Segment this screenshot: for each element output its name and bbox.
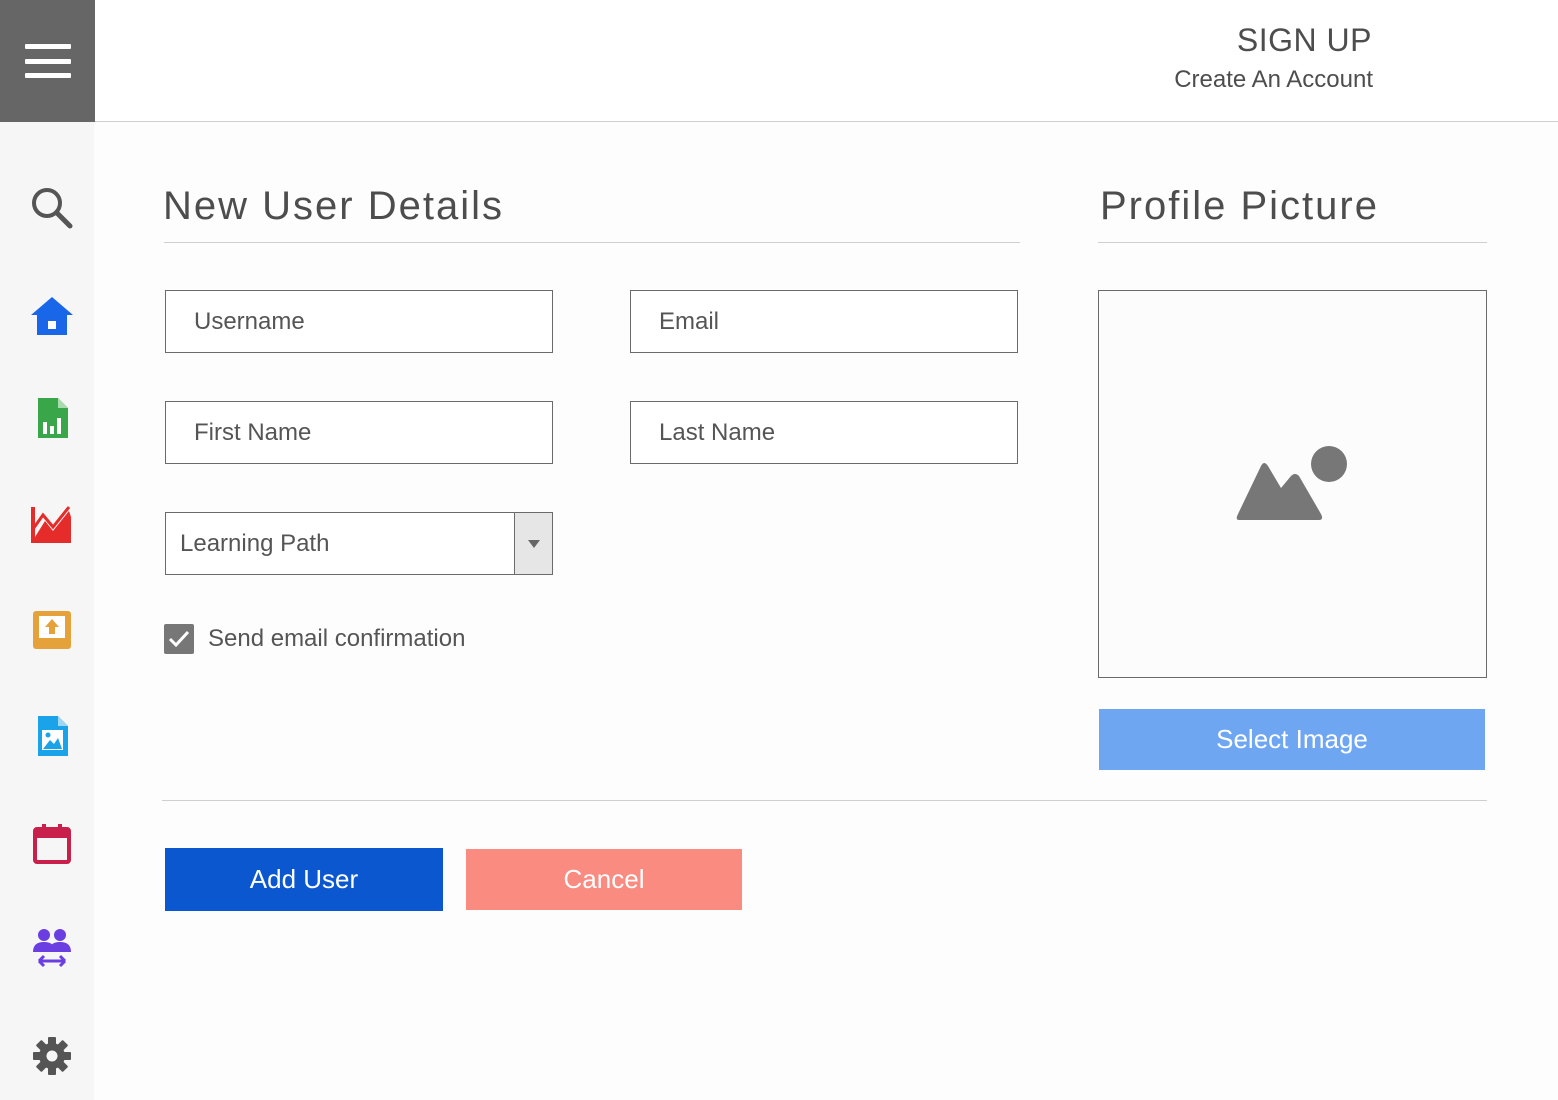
divider — [164, 242, 1020, 243]
page-header: SIGN UP Create An Account — [95, 0, 1558, 122]
line-chart-icon — [31, 506, 71, 543]
main-content: New User Details Profile Picture Usernam… — [94, 122, 1558, 1100]
search-icon — [32, 188, 73, 229]
email-placeholder: Email — [659, 307, 720, 335]
email-field[interactable]: Email — [630, 290, 1018, 353]
sidebar — [0, 122, 94, 1100]
username-field[interactable]: Username — [165, 290, 553, 353]
add-user-button[interactable]: Add User — [165, 848, 443, 911]
profile-picture-heading: Profile Picture — [1100, 184, 1379, 228]
last-name-field[interactable]: Last Name — [630, 401, 1018, 464]
sidebar-item-settings[interactable] — [22, 1026, 82, 1086]
divider — [1098, 242, 1487, 243]
calendar-icon — [33, 824, 71, 864]
sidebar-item-reports[interactable] — [22, 388, 82, 448]
sidebar-item-search[interactable] — [22, 178, 82, 238]
sidebar-item-calendar[interactable] — [22, 814, 82, 874]
learning-path-value: Learning Path — [180, 529, 330, 557]
user-swap-icon — [33, 929, 71, 968]
first-name-field[interactable]: First Name — [165, 401, 553, 464]
cancel-button[interactable]: Cancel — [466, 849, 742, 910]
profile-picture-preview — [1098, 290, 1487, 678]
upload-tray-icon — [33, 611, 71, 649]
checkmark-icon — [168, 630, 190, 648]
select-image-button[interactable]: Select Image — [1099, 709, 1485, 770]
sidebar-item-media[interactable] — [22, 706, 82, 766]
hamburger-icon — [24, 44, 71, 78]
dropdown-toggle[interactable] — [514, 513, 552, 574]
send-email-label: Send email confirmation — [208, 625, 466, 652]
spreadsheet-icon — [38, 398, 68, 438]
sidebar-item-home[interactable] — [22, 286, 82, 346]
send-email-checkbox[interactable] — [164, 624, 194, 654]
page-title: SIGN UP — [1236, 22, 1372, 58]
gear-icon — [33, 1037, 71, 1075]
first-name-placeholder: First Name — [194, 418, 312, 446]
divider — [162, 800, 1487, 801]
chevron-down-icon — [527, 539, 540, 548]
menu-button[interactable] — [0, 0, 95, 122]
learning-path-select[interactable]: Learning Path — [165, 512, 553, 575]
sidebar-item-upload[interactable] — [22, 600, 82, 660]
image-file-icon — [38, 716, 68, 756]
last-name-placeholder: Last Name — [659, 418, 776, 446]
home-icon — [31, 297, 73, 335]
page-subtitle: Create An Account — [1174, 66, 1373, 93]
new-user-details-heading: New User Details — [163, 184, 504, 228]
sidebar-item-users[interactable] — [22, 918, 82, 978]
sidebar-item-analytics[interactable] — [22, 494, 82, 554]
send-email-option[interactable]: Send email confirmation — [164, 624, 465, 654]
username-placeholder: Username — [194, 307, 305, 335]
image-placeholder-icon — [1236, 446, 1347, 520]
